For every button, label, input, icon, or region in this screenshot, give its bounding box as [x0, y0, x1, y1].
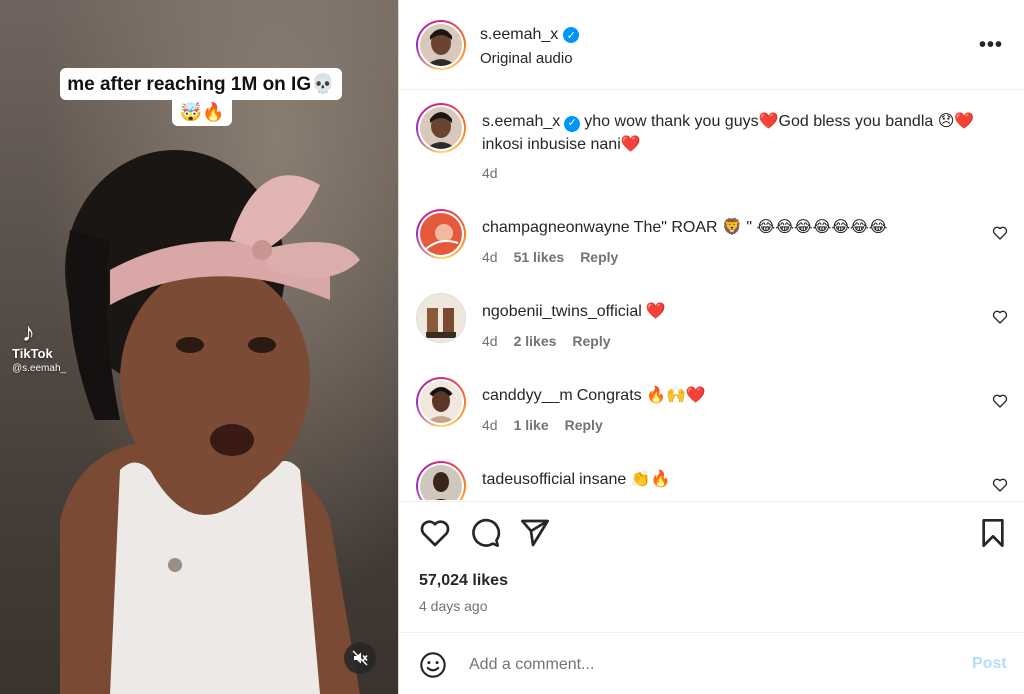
reply-button[interactable]: Reply	[565, 417, 603, 433]
likes-count[interactable]: 57,024 likes	[419, 572, 508, 590]
bookmark-icon[interactable]	[977, 517, 1009, 549]
comment-likes[interactable]: 1 like	[514, 417, 549, 433]
author-avatar[interactable]	[416, 20, 466, 70]
caption-meta: 4d	[482, 165, 498, 181]
post-comment-button[interactable]: Post	[972, 655, 1007, 673]
more-options-button[interactable]: •••	[979, 34, 1003, 57]
author-username-text[interactable]: s.eemah_x	[480, 26, 558, 44]
original-audio-link[interactable]: Original audio	[480, 50, 573, 67]
comment-age: 4d	[482, 333, 498, 349]
comment-input[interactable]	[469, 653, 949, 677]
comment-meta: 4d 2 likes Reply	[482, 333, 611, 349]
tiktok-logo-icon: ♪	[22, 317, 35, 347]
caption-author-avatar[interactable]	[416, 103, 466, 153]
comment-text: insane 👏🔥	[579, 471, 671, 488]
heart-icon[interactable]	[419, 517, 451, 549]
comment-text: The" ROAR 🦁 " 😂😂😂😂😂😂😂	[633, 219, 888, 236]
video-caption: me after reaching 1M on IG💀	[60, 68, 342, 100]
commenter-avatar[interactable]	[416, 293, 466, 343]
reel-video[interactable]: me after reaching 1M on IG💀 🤯🔥 ♪ TikTok …	[0, 0, 398, 694]
comment-username[interactable]: ngobenii_twins_official	[482, 303, 642, 320]
like-comment-heart-icon[interactable]	[992, 309, 1008, 325]
like-comment-heart-icon[interactable]	[992, 477, 1008, 493]
comment-username[interactable]: tadeusofficial	[482, 471, 575, 488]
comment-body: champagneonwayne The" ROAR 🦁 " 😂😂😂😂😂😂😂	[482, 216, 982, 239]
commenter-avatar[interactable]	[416, 377, 466, 427]
tiktok-brand: TikTok	[12, 346, 53, 361]
comment-age: 4d	[482, 417, 498, 433]
caption-age: 4d	[482, 165, 498, 181]
post-details-panel: s.eemah_x ✓ Original audio ••• s.eemah_x…	[398, 0, 1024, 694]
caption-username[interactable]: s.eemah_x	[482, 113, 560, 130]
post-timestamp[interactable]: 4 days ago	[419, 598, 488, 614]
mute-button[interactable]	[344, 642, 376, 674]
reply-button[interactable]: Reply	[572, 333, 610, 349]
caption-body: s.eemah_x ✓ yho wow thank you guys❤️God bl…	[482, 110, 982, 156]
comment-body: tadeusofficial insane 👏🔥	[482, 468, 982, 491]
comment-likes[interactable]: 51 likes	[514, 249, 565, 265]
comment-meta: 4d 1 like Reply	[482, 417, 603, 433]
like-comment-heart-icon[interactable]	[992, 225, 1008, 241]
post-header: s.eemah_x ✓ Original audio •••	[399, 0, 1024, 90]
video-caption-emoji: 🤯🔥	[172, 98, 232, 126]
comment-body: canddyy__m Congrats 🔥🙌❤️	[482, 384, 982, 407]
tiktok-username: @s.eemah_	[12, 363, 67, 374]
commenter-avatar[interactable]	[416, 461, 466, 500]
comment-username[interactable]: canddyy__m	[482, 387, 573, 404]
comments-list[interactable]: s.eemah_x ✓ yho wow thank you guys❤️God bl…	[399, 91, 1024, 500]
comment-body: ngobenii_twins_official ❤️	[482, 300, 982, 323]
verified-badge-icon: ✓	[563, 27, 580, 43]
reply-button[interactable]: Reply	[580, 249, 618, 265]
comment-text: ❤️	[645, 303, 666, 320]
speaker-muted-icon	[352, 650, 368, 666]
comment-meta: 4d 51 likes Reply	[482, 249, 618, 265]
add-comment-bar: Post	[399, 632, 1024, 694]
tiktok-watermark: ♪ TikTok @s.eemah_	[12, 318, 66, 374]
comment-age: 4d	[482, 249, 498, 265]
comment-username[interactable]: champagneonwayne	[482, 219, 630, 236]
verified-badge-icon: ✓	[564, 115, 581, 132]
comment-icon[interactable]	[469, 517, 501, 549]
post-actions: 57,024 likes 4 days ago	[399, 501, 1024, 631]
share-icon[interactable]	[519, 517, 551, 549]
commenter-avatar[interactable]	[416, 209, 466, 259]
comment-likes[interactable]: 2 likes	[514, 333, 557, 349]
like-comment-heart-icon[interactable]	[992, 393, 1008, 409]
author-username[interactable]: s.eemah_x ✓	[480, 26, 580, 44]
comment-text: Congrats 🔥🙌❤️	[576, 387, 706, 404]
emoji-icon[interactable]	[419, 651, 447, 679]
